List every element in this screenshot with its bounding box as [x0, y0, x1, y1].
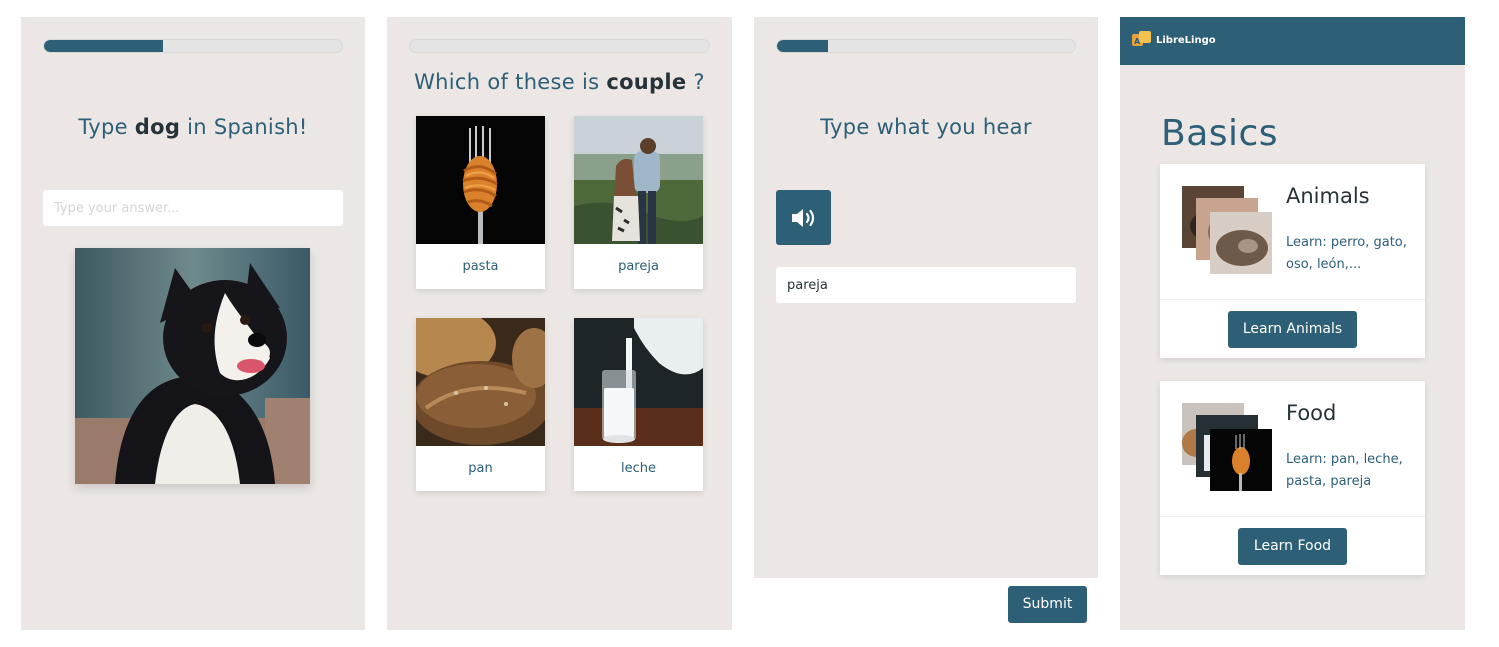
progress-bar: [409, 39, 710, 53]
progress-fill: [777, 40, 828, 52]
progress-bar: [776, 39, 1076, 53]
prompt-prefix: Which of these is: [414, 70, 600, 94]
skill-card-food: Food Learn: pan, leche, pasta, pareja Le…: [1160, 381, 1425, 575]
prompt-word: dog: [134, 115, 181, 139]
skill-name: Food: [1286, 401, 1337, 425]
bread-photo: [416, 318, 545, 446]
dog-photo: [75, 248, 310, 484]
option-card-pan[interactable]: pan: [416, 318, 545, 491]
challenge-prompt: Type dog in Spanish!: [21, 115, 365, 139]
progress-fill: [44, 40, 164, 52]
play-audio-button[interactable]: [776, 190, 831, 245]
pasta-thumbnail: [1210, 429, 1272, 491]
course-overview-panel: A LibreLingo Basics Animals Learn: perro…: [1120, 17, 1465, 630]
option-label: pan: [468, 461, 493, 476]
couple-photo: [574, 116, 703, 244]
pasta-photo: [416, 116, 545, 244]
prompt-word: couple: [606, 70, 687, 94]
challenge-prompt: Which of these is couple ?: [387, 70, 732, 94]
submit-button[interactable]: Submit: [1008, 586, 1087, 623]
brand-logo[interactable]: A LibreLingo: [1132, 31, 1216, 49]
challenge-prompt: Type what you hear: [820, 115, 1032, 139]
section-title: Basics: [1161, 113, 1279, 154]
card-divider: [1160, 299, 1425, 300]
skill-thumbnails: [1182, 403, 1272, 493]
progress-bar: [43, 39, 343, 53]
listening-challenge-panel: Type what you hear: [754, 17, 1098, 578]
option-label: pasta: [462, 259, 499, 274]
answer-input[interactable]: [43, 190, 343, 226]
milk-photo: [574, 318, 703, 446]
option-card-pareja[interactable]: pareja: [574, 116, 703, 289]
learn-animals-button[interactable]: Learn Animals: [1228, 311, 1357, 348]
skill-name: Animals: [1286, 184, 1370, 208]
learn-food-button[interactable]: Learn Food: [1238, 528, 1347, 565]
svg-text:A: A: [1134, 37, 1141, 46]
top-navigation-bar: A LibreLingo: [1120, 17, 1465, 65]
skill-card-animals: Animals Learn: perro, gato, oso, león,..…: [1160, 164, 1425, 358]
librelingo-logo-icon: A: [1132, 31, 1151, 46]
prompt-suffix: in Spanish!: [187, 115, 308, 139]
brand-name: LibreLingo: [1156, 34, 1216, 46]
skill-description: Learn: perro, gato, oso, león,...: [1286, 235, 1407, 272]
option-card-leche[interactable]: leche: [574, 318, 703, 491]
choose-challenge-panel: Which of these is couple ? pasta pareja …: [387, 17, 732, 630]
prompt-suffix: ?: [693, 70, 705, 94]
speaker-icon: [791, 208, 814, 227]
answer-input[interactable]: [776, 267, 1076, 303]
option-label: leche: [621, 461, 656, 476]
cat-thumbnail: [1210, 212, 1272, 274]
card-divider: [1160, 516, 1425, 517]
prompt-prefix: Type: [78, 115, 128, 139]
type-challenge-panel: Type dog in Spanish!: [21, 17, 365, 630]
option-card-pasta[interactable]: pasta: [416, 116, 545, 289]
skill-thumbnails: [1182, 186, 1272, 276]
skill-description: Learn: pan, leche, pasta, pareja: [1286, 452, 1403, 489]
option-label: pareja: [618, 259, 659, 274]
